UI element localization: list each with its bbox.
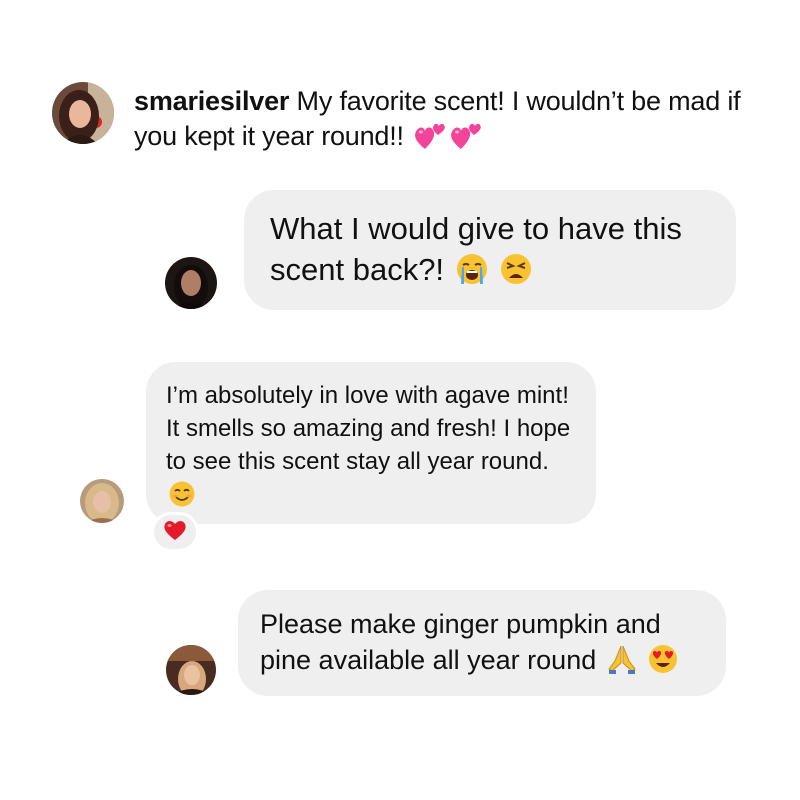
- comment-username[interactable]: smariesilver: [134, 86, 289, 116]
- heart-eyes-face-icon: [647, 643, 679, 675]
- smiling-face-icon: [168, 480, 196, 508]
- comment-body: Please make ginger pumpkin and pine avai…: [260, 609, 661, 675]
- comment-bubble: Please make ginger pumpkin and pine avai…: [238, 590, 726, 696]
- comment-bubble: I’m absolutely in love with agave mint! …: [146, 362, 596, 524]
- red-heart-icon: [163, 519, 187, 546]
- loudly-crying-face-icon: [455, 252, 489, 286]
- comment-body: I’m absolutely in love with agave mint! …: [166, 382, 571, 475]
- two-hearts-icon: [413, 121, 447, 151]
- reaction-badge[interactable]: [151, 512, 199, 552]
- avatar-smariesilver[interactable]: [52, 82, 114, 144]
- two-hearts-icon: [449, 121, 483, 151]
- weary-face-icon: [499, 252, 533, 286]
- avatar-commenter-4[interactable]: [166, 645, 216, 695]
- avatar-commenter-3[interactable]: [80, 479, 124, 523]
- folded-hands-icon: [606, 643, 638, 675]
- comment-text: smariesilver My favorite scent! I wouldn…: [134, 84, 754, 154]
- comment-bubble: What I would give to have this scent bac…: [244, 190, 736, 310]
- avatar-commenter-2[interactable]: [165, 257, 217, 309]
